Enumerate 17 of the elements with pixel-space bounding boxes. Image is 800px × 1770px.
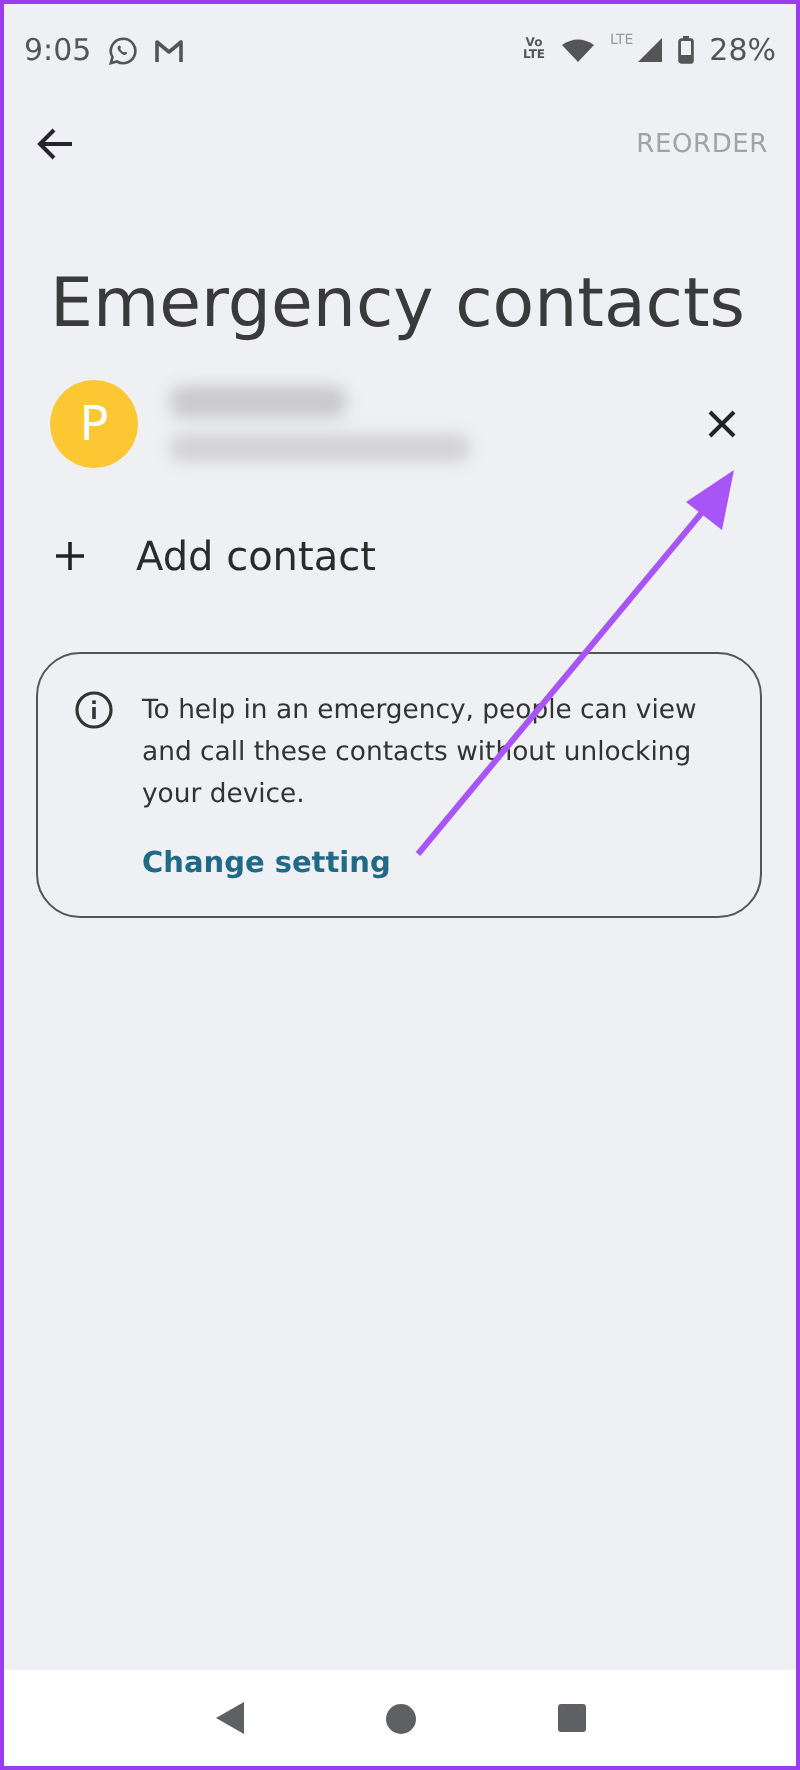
plus-icon: [56, 542, 84, 570]
mail-icon: [153, 37, 184, 63]
contact-avatar: P: [50, 380, 138, 468]
battery-icon: [677, 36, 694, 64]
page-title: Emergency contacts: [50, 264, 748, 344]
close-icon[interactable]: [704, 406, 740, 442]
wifi-icon: [562, 38, 595, 62]
back-nav-icon[interactable]: [215, 1702, 243, 1734]
battery-percent: 28%: [709, 32, 776, 68]
info-icon: [74, 690, 114, 730]
change-setting-link[interactable]: Change setting: [142, 848, 391, 880]
signal-icon: [637, 38, 662, 62]
status-time: 9:05: [24, 32, 92, 68]
whatsapp-icon: [107, 35, 138, 65]
recents-nav-icon[interactable]: [557, 1704, 585, 1732]
add-contact-button[interactable]: Add contact: [56, 532, 376, 580]
home-nav-icon[interactable]: [385, 1703, 415, 1733]
